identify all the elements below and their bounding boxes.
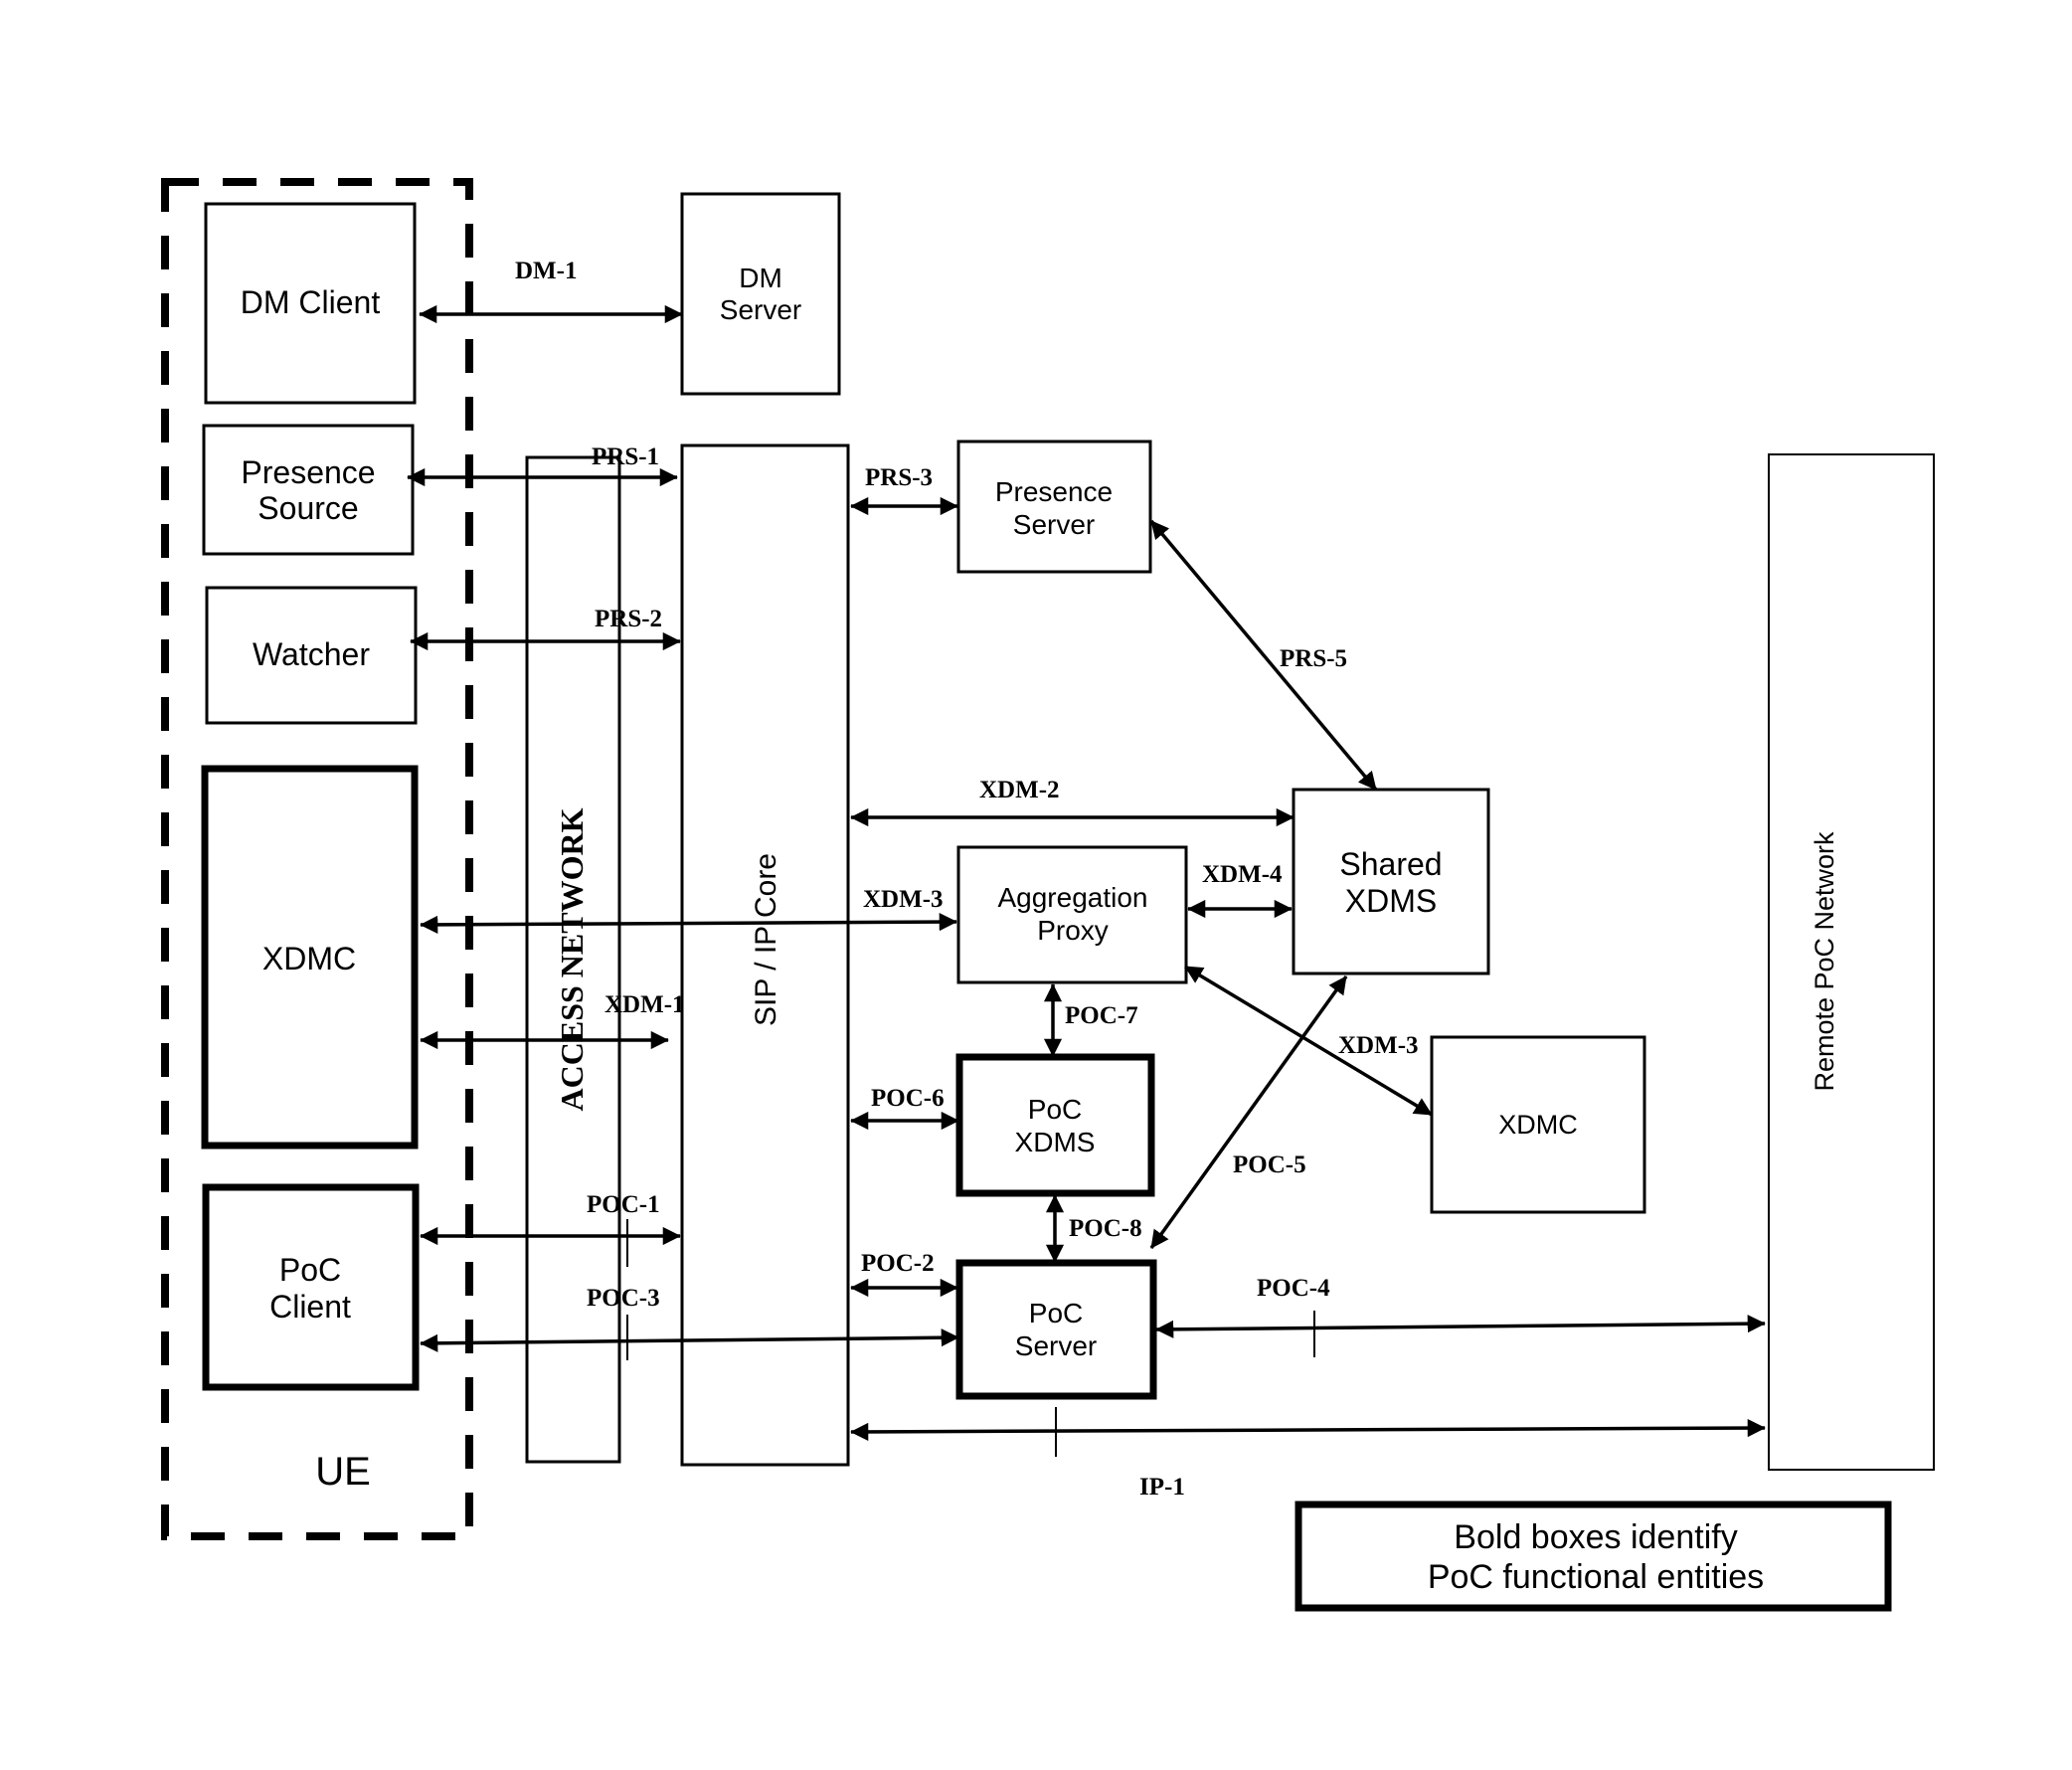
prs1-label: PRS-1 [592, 443, 659, 470]
poc-xdms-label-1: PoC [1028, 1094, 1082, 1125]
poc-client-box: PoC Client [202, 1183, 420, 1391]
dm-client-box: DM Client [204, 202, 417, 405]
watcher-label: Watcher [253, 636, 370, 672]
poc-server-label-1: PoC [1029, 1298, 1083, 1328]
xdmc-remote-box: XDMC [1430, 1035, 1646, 1214]
xdmc-ue-label: XDMC [262, 941, 356, 976]
poc8-label: POC-8 [1069, 1215, 1142, 1242]
poc-server-label-2: Server [1015, 1330, 1097, 1361]
poc-architecture-diagram: UE ACCESS NETWORK SIP / IP Core Remote P… [161, 178, 1935, 1612]
poc6-label: POC-6 [871, 1085, 945, 1112]
dm-server-label-2: Server [720, 294, 801, 325]
xdm2-label: XDM-2 [979, 777, 1060, 803]
prs3-label: PRS-3 [865, 464, 933, 491]
poc4-label: POC-4 [1257, 1275, 1330, 1302]
prs5-label: PRS-5 [1280, 645, 1347, 672]
legend-box: Bold boxes identify PoC functional entit… [1295, 1501, 1892, 1612]
dm1-label: DM-1 [515, 258, 577, 284]
shared-xdms-label-1: Shared [1339, 846, 1442, 882]
poc-server-box: PoC Server [955, 1259, 1157, 1400]
xdm3-ue-link [420, 912, 957, 935]
prs2-label: PRS-2 [595, 606, 662, 632]
remote-poc-network-label: Remote PoC Network [1810, 831, 1839, 1092]
access-network-label: ACCESS NETWORK [554, 807, 590, 1111]
xdm4-label: XDM-4 [1202, 861, 1283, 888]
poc-client-label-1: PoC [279, 1252, 341, 1288]
aggregation-proxy-box: Aggregation Proxy [956, 845, 1188, 984]
dm-server-label-1: DM [739, 263, 782, 293]
xdm3-left-label: XDM-3 [863, 886, 944, 913]
watcher-box: Watcher [205, 586, 418, 725]
poc4-link [1155, 1315, 1766, 1338]
xdm1-label: XDM-1 [604, 991, 685, 1018]
ip1-label: IP-1 [1139, 1474, 1185, 1501]
poc-client-label-2: Client [269, 1289, 351, 1325]
xdmc-ue-box: XDMC [201, 765, 419, 1150]
aggregation-proxy-label-1: Aggregation [997, 882, 1147, 913]
ip1-link [850, 1418, 1766, 1442]
poc-xdms-box: PoC XDMS [955, 1053, 1155, 1197]
remote-poc-network-box [1768, 453, 1935, 1471]
aggregation-proxy-label-2: Proxy [1037, 915, 1109, 946]
shared-xdms-box: Shared XDMS [1292, 788, 1490, 975]
presence-source-label-1: Presence [241, 454, 375, 490]
legend-line-2: PoC functional entities [1428, 1558, 1764, 1596]
presence-server-label-2: Server [1013, 509, 1095, 540]
poc2-label: POC-2 [861, 1250, 935, 1277]
poc5-label: POC-5 [1233, 1151, 1306, 1178]
poc1-label: POC-1 [587, 1191, 660, 1218]
presence-source-label-2: Source [258, 490, 358, 526]
poc5-link [1149, 974, 1348, 1250]
dm-server-box: DM Server [680, 192, 841, 396]
xdm3-right-label: XDM-3 [1338, 1032, 1419, 1059]
poc7-label: POC-7 [1065, 1002, 1138, 1029]
poc3-label: POC-3 [587, 1285, 660, 1312]
ue-label: UE [315, 1450, 371, 1494]
shared-xdms-label-2: XDMS [1345, 883, 1437, 919]
dm-client-label: DM Client [241, 284, 381, 320]
presence-server-label-1: Presence [995, 476, 1113, 507]
poc-xdms-label-2: XDMS [1015, 1127, 1096, 1157]
legend-line-1: Bold boxes identify [1454, 1518, 1737, 1556]
presence-source-box: Presence Source [202, 424, 415, 556]
presence-server-box: Presence Server [956, 440, 1152, 574]
sip-ip-core-label: SIP / IP Core [750, 853, 782, 1026]
xdmc-remote-label: XDMC [1498, 1110, 1578, 1140]
